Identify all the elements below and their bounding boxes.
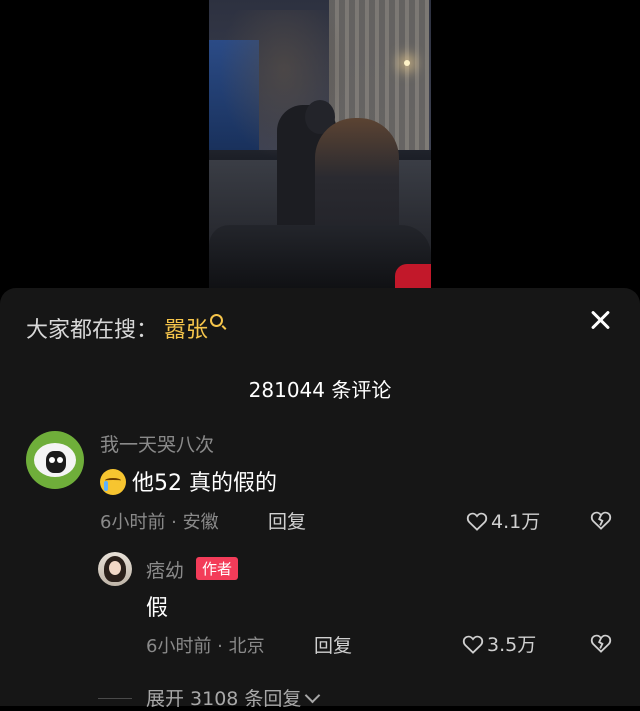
- chevron-down-icon: [305, 687, 321, 704]
- trending-search-prefix: 大家都在搜：: [26, 318, 159, 343]
- comment-text-content: 他52 真的假的: [132, 471, 277, 496]
- broken-heart-icon[interactable]: [590, 633, 612, 653]
- like-button[interactable]: 3.5万: [462, 630, 536, 657]
- like-button[interactable]: 4.1万: [466, 507, 540, 534]
- expand-replies-label: 展开 3108 条回复: [146, 688, 302, 710]
- close-icon[interactable]: [588, 308, 612, 332]
- comment-text: 他52 真的假的: [100, 465, 277, 497]
- reply-username[interactable]: 痞幼: [146, 556, 184, 583]
- author-avatar[interactable]: [98, 552, 132, 586]
- trending-search-row[interactable]: 大家都在搜： 嚣张: [26, 312, 224, 344]
- author-avatar-face: [109, 561, 121, 575]
- comment-username[interactable]: 我一天哭八次: [100, 430, 214, 457]
- video-preview[interactable]: [209, 0, 431, 288]
- avatar[interactable]: [26, 431, 84, 489]
- heart-icon: [466, 512, 488, 531]
- sheep-avatar-eye: [49, 457, 55, 463]
- search-icon: [210, 314, 224, 327]
- reply-meta: 6小时前 · 北京: [146, 636, 265, 657]
- broken-heart-icon[interactable]: [590, 510, 612, 530]
- trending-search-keyword[interactable]: 嚣张: [164, 318, 208, 343]
- reply-button[interactable]: 回复: [314, 631, 352, 658]
- reply-text: 假: [146, 596, 169, 621]
- video-red-light: [395, 264, 431, 288]
- author-badge: 作者: [196, 557, 239, 580]
- comment-sheet: 大家都在搜： 嚣张 281044 条评论 我一天哭八次 他52 真的假的 6小时前…: [0, 288, 640, 710]
- reply-button[interactable]: 回复: [268, 507, 306, 534]
- like-count: 3.5万: [487, 634, 537, 656]
- expand-divider: [98, 698, 132, 699]
- like-count: 4.1万: [491, 511, 541, 533]
- comment-meta: 6小时前 · 安徽: [100, 512, 219, 533]
- expand-replies-button[interactable]: 展开 3108 条回复: [98, 684, 321, 711]
- comments-count: 281044 条评论: [248, 378, 392, 402]
- video-street-lamp: [404, 60, 410, 66]
- sheep-avatar-eye: [57, 457, 63, 463]
- crying-emoji-icon: [100, 469, 126, 495]
- heart-icon: [462, 635, 484, 654]
